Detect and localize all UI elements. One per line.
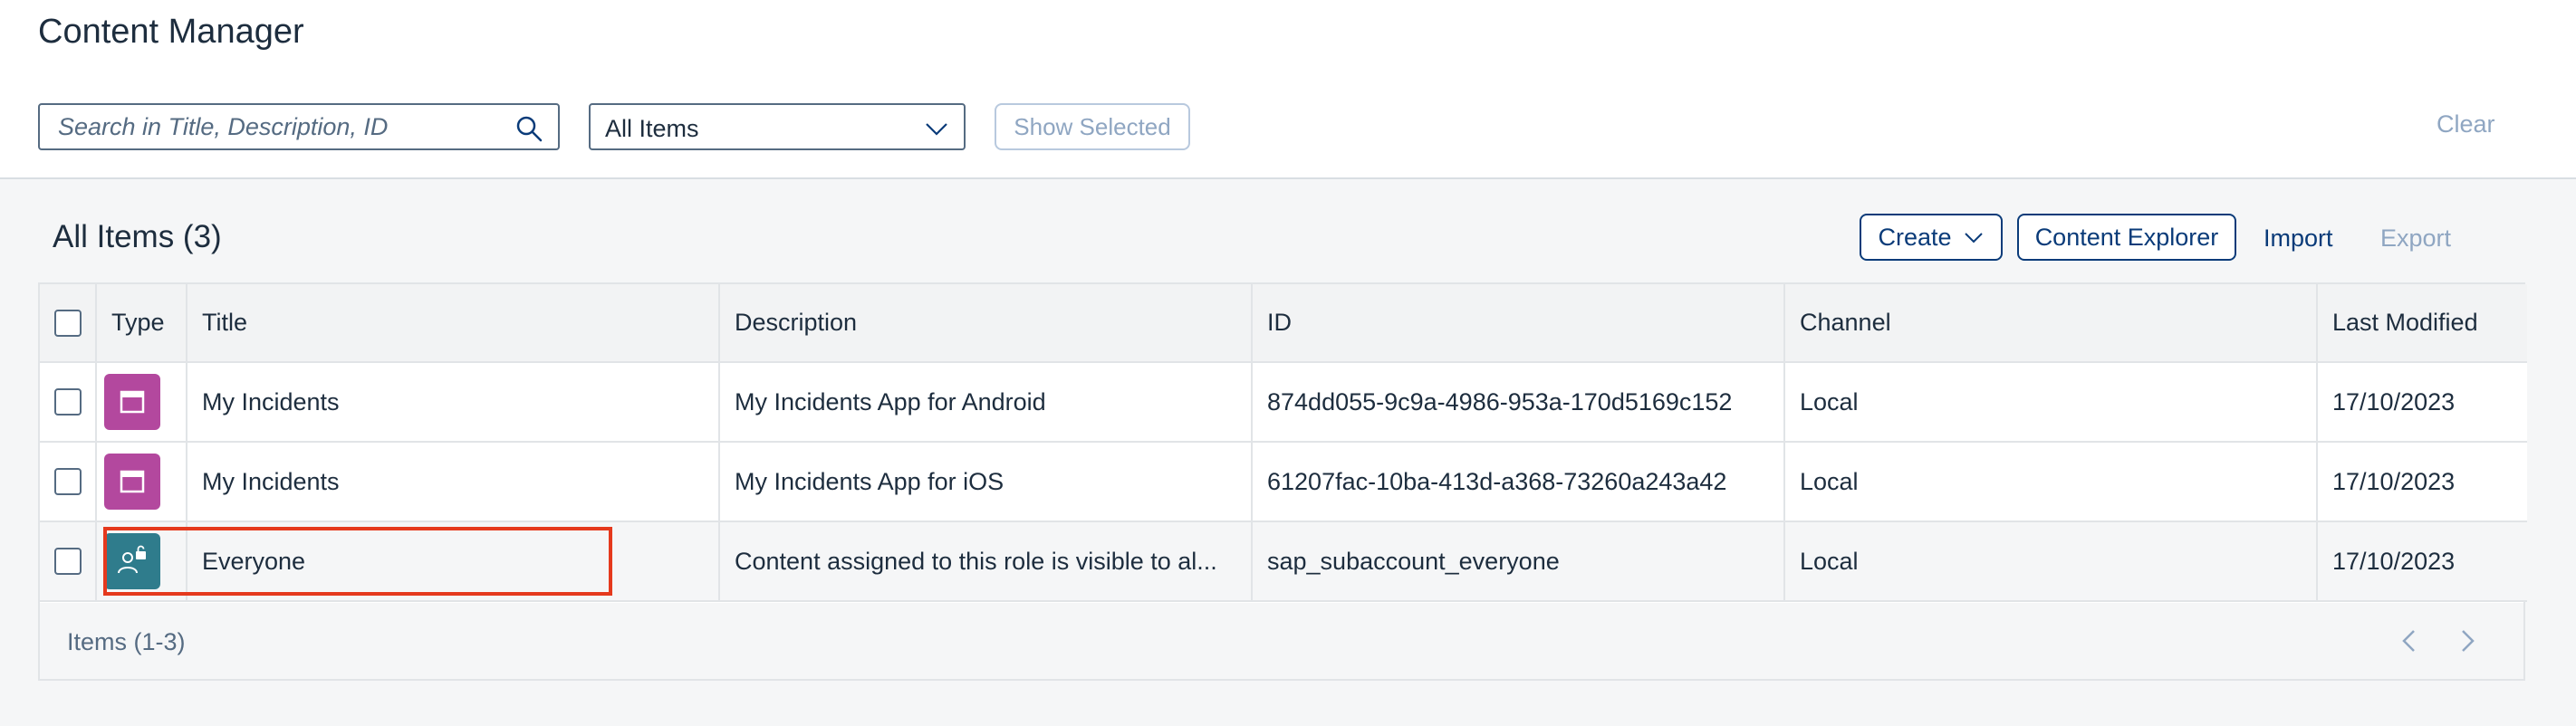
table-row[interactable]: Everyone Content assigned to this role i… <box>40 521 2527 602</box>
last-modified-cell: 17/10/2023 <box>2317 442 2527 522</box>
chevron-right-icon[interactable] <box>2453 626 2482 655</box>
chevron-down-icon <box>1964 233 1983 244</box>
channel-cell: Local <box>1784 442 2318 522</box>
table-footer: Items (1-3) <box>40 603 2523 679</box>
table-header-row: Type Title Description ID Channel Last M… <box>40 284 2527 363</box>
description-cell: My Incidents App for iOS <box>719 442 1253 522</box>
chevron-left-icon[interactable] <box>2395 626 2424 655</box>
title-cell: My Incidents <box>187 442 720 522</box>
app-window-icon <box>104 374 160 430</box>
search-icon[interactable] <box>514 114 543 143</box>
select-all-checkbox[interactable] <box>53 309 82 337</box>
type-cell <box>96 442 187 522</box>
import-button[interactable]: Import <box>2264 224 2333 253</box>
row-select-cell <box>40 521 97 602</box>
content-table: Type Title Description ID Channel Last M… <box>38 282 2527 681</box>
chevron-down-icon <box>926 123 947 136</box>
app-window-icon <box>104 454 160 510</box>
row-checkbox[interactable] <box>53 548 82 575</box>
create-button-label: Create <box>1878 223 1952 251</box>
table-row[interactable]: My Incidents My Incidents App for Androi… <box>40 362 2527 443</box>
channel-cell: Local <box>1784 362 2318 443</box>
last-modified-cell: 17/10/2023 <box>2317 521 2527 602</box>
title-cell: My Incidents <box>187 362 720 443</box>
row-checkbox[interactable] <box>53 388 82 416</box>
role-icon <box>104 533 160 589</box>
last-modified-cell: 17/10/2023 <box>2317 362 2527 443</box>
column-header-last-modified[interactable]: Last Modified <box>2317 284 2527 363</box>
row-select-cell <box>40 362 97 443</box>
column-header-type[interactable]: Type <box>96 284 187 363</box>
show-selected-button[interactable]: Show Selected <box>995 103 1190 150</box>
description-cell: Content assigned to this role is visible… <box>719 521 1253 602</box>
type-cell <box>96 521 187 602</box>
column-header-title[interactable]: Title <box>187 284 720 363</box>
type-filter-select[interactable]: All Items <box>589 103 966 150</box>
create-button[interactable]: Create <box>1860 214 2003 261</box>
description-cell: My Incidents App for Android <box>719 362 1253 443</box>
channel-cell: Local <box>1784 521 2318 602</box>
select-all-cell <box>40 284 97 363</box>
column-header-id[interactable]: ID <box>1252 284 1785 363</box>
table-row[interactable]: My Incidents My Incidents App for iOS 61… <box>40 442 2527 522</box>
column-header-description[interactable]: Description <box>719 284 1253 363</box>
page-title: Content Manager <box>38 13 304 51</box>
title-cell: Everyone <box>187 521 720 602</box>
id-cell: 874dd055-9c9a-4986-953a-170d5169c152 <box>1252 362 1785 443</box>
id-cell: 61207fac-10ba-413d-a368-73260a243a42 <box>1252 442 1785 522</box>
type-filter-value: All Items <box>605 115 699 142</box>
search-field[interactable] <box>38 103 560 150</box>
row-checkbox[interactable] <box>53 468 82 495</box>
items-count: Items (1-3) <box>67 628 186 655</box>
column-header-channel[interactable]: Channel <box>1784 284 2318 363</box>
list-title: All Items (3) <box>53 219 222 254</box>
search-input[interactable] <box>58 112 511 141</box>
clear-button[interactable]: Clear <box>2437 110 2495 139</box>
id-cell: sap_subaccount_everyone <box>1252 521 1785 602</box>
export-button[interactable]: Export <box>2380 224 2451 253</box>
row-select-cell <box>40 442 97 522</box>
page-header: Content Manager All Items Show Selected … <box>0 0 2576 179</box>
type-cell <box>96 362 187 443</box>
content-explorer-button[interactable]: Content Explorer <box>2017 214 2236 261</box>
